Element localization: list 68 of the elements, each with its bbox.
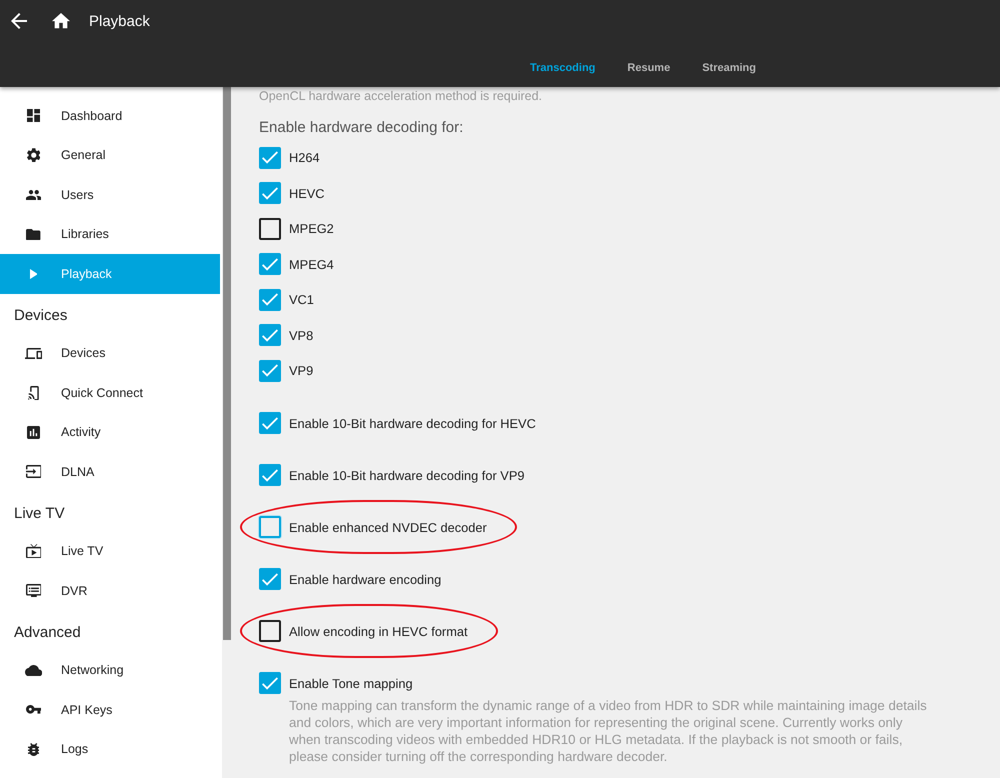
people-icon bbox=[26, 190, 42, 200]
checkbox-label[interactable]: Enable hardware encoding bbox=[289, 572, 442, 586]
bug-icon bbox=[28, 742, 40, 756]
checkbox[interactable] bbox=[259, 620, 281, 642]
section-heading: Enable hardware decoding for: bbox=[259, 118, 464, 138]
monitor-icon bbox=[26, 584, 42, 598]
sidebar-item[interactable]: API Keys bbox=[0, 690, 220, 730]
checkbox[interactable] bbox=[259, 568, 281, 590]
page-title: Playback bbox=[89, 12, 150, 30]
hint-text: OpenCL hardware acceleration method is required. bbox=[259, 88, 544, 104]
sidebar-item[interactable]: DLNA bbox=[0, 452, 220, 492]
checkbox-label[interactable]: Allow encoding in HEVC format bbox=[289, 624, 468, 638]
gear-icon bbox=[26, 148, 40, 162]
sidebar-item[interactable]: Libraries bbox=[0, 214, 220, 254]
checkbox-label[interactable]: HEVC bbox=[289, 186, 325, 201]
key-icon bbox=[26, 705, 42, 714]
scrollbar-thumb[interactable] bbox=[223, 87, 231, 640]
back-button[interactable] bbox=[10, 12, 27, 30]
tab[interactable]: Resume bbox=[611, 50, 686, 86]
devices-icon bbox=[24, 348, 42, 359]
checkbox[interactable] bbox=[259, 253, 281, 276]
cast-icon bbox=[28, 386, 40, 400]
checkbox-label[interactable]: H264 bbox=[289, 150, 320, 166]
checkbox-label[interactable]: MPEG2 bbox=[289, 221, 334, 236]
checkbox-label[interactable]: Enable enhanced NVDEC decoder bbox=[289, 520, 487, 534]
sidebar-item[interactable]: Networking bbox=[0, 650, 220, 690]
checkbox[interactable] bbox=[259, 464, 281, 486]
checkbox[interactable] bbox=[259, 324, 281, 346]
description-text: Tone mapping can transform the dynamic range of a video from HDR to SDR while maintaining image details and colors, which are very important information for representing the original scene. Currently works only when transcoding videos with embedded HDR10 or HLG metadata. If the playback is not smooth or fails, please consider turning off the corresponding hardware decoder. bbox=[289, 697, 928, 765]
checkbox[interactable] bbox=[259, 672, 281, 694]
cloud-icon bbox=[24, 664, 42, 676]
checkbox[interactable] bbox=[259, 360, 281, 382]
tab[interactable]: Streaming bbox=[686, 50, 772, 86]
sidebar-heading: Live TV bbox=[13, 504, 66, 524]
checkbox-label[interactable]: MPEG4 bbox=[289, 256, 334, 272]
checkbox-label[interactable]: VP9 bbox=[289, 363, 314, 378]
sidebar-item[interactable]: Logs bbox=[0, 730, 220, 769]
checkbox-label[interactable]: Enable Tone mapping bbox=[289, 676, 413, 690]
sidebar-item[interactable]: Dashboard bbox=[0, 96, 220, 136]
checkbox-label[interactable]: Enable 10-Bit hardware decoding for VP9 bbox=[289, 468, 524, 482]
folder-icon bbox=[26, 228, 41, 240]
sidebar-item[interactable]: DVR bbox=[0, 571, 220, 610]
input-icon bbox=[26, 465, 42, 478]
checkbox[interactable] bbox=[259, 516, 281, 538]
checkbox-label[interactable]: VC1 bbox=[289, 292, 314, 308]
checkbox[interactable] bbox=[259, 182, 281, 204]
dashboard-icon bbox=[27, 109, 40, 122]
home-button[interactable] bbox=[52, 12, 70, 30]
sidebar-item[interactable]: Live TV bbox=[0, 532, 220, 571]
checkbox-label[interactable]: Enable 10-Bit hardware decoding for HEVC bbox=[289, 416, 536, 430]
sidebar-item[interactable]: Quick Connect bbox=[0, 373, 220, 412]
checkbox[interactable] bbox=[259, 218, 281, 240]
sidebar-heading: Advanced bbox=[13, 622, 82, 642]
checkbox[interactable] bbox=[259, 412, 281, 434]
bar-chart-icon bbox=[27, 426, 40, 439]
checkbox-label[interactable]: VP8 bbox=[289, 328, 314, 343]
house-icon bbox=[52, 13, 70, 29]
tab[interactable]: Transcoding bbox=[514, 50, 612, 86]
checkbox[interactable] bbox=[259, 146, 281, 169]
sidebar-item[interactable]: General bbox=[0, 136, 220, 175]
checkbox[interactable] bbox=[259, 288, 281, 311]
sidebar-item[interactable]: Activity bbox=[0, 412, 220, 452]
sidebar-item[interactable]: Users bbox=[0, 175, 220, 214]
sidebar-item[interactable]: Devices bbox=[0, 334, 220, 373]
tv-icon bbox=[26, 544, 42, 558]
left-arrow-icon bbox=[10, 13, 26, 29]
play-icon bbox=[30, 268, 38, 279]
sidebar-heading: Devices bbox=[13, 306, 68, 326]
